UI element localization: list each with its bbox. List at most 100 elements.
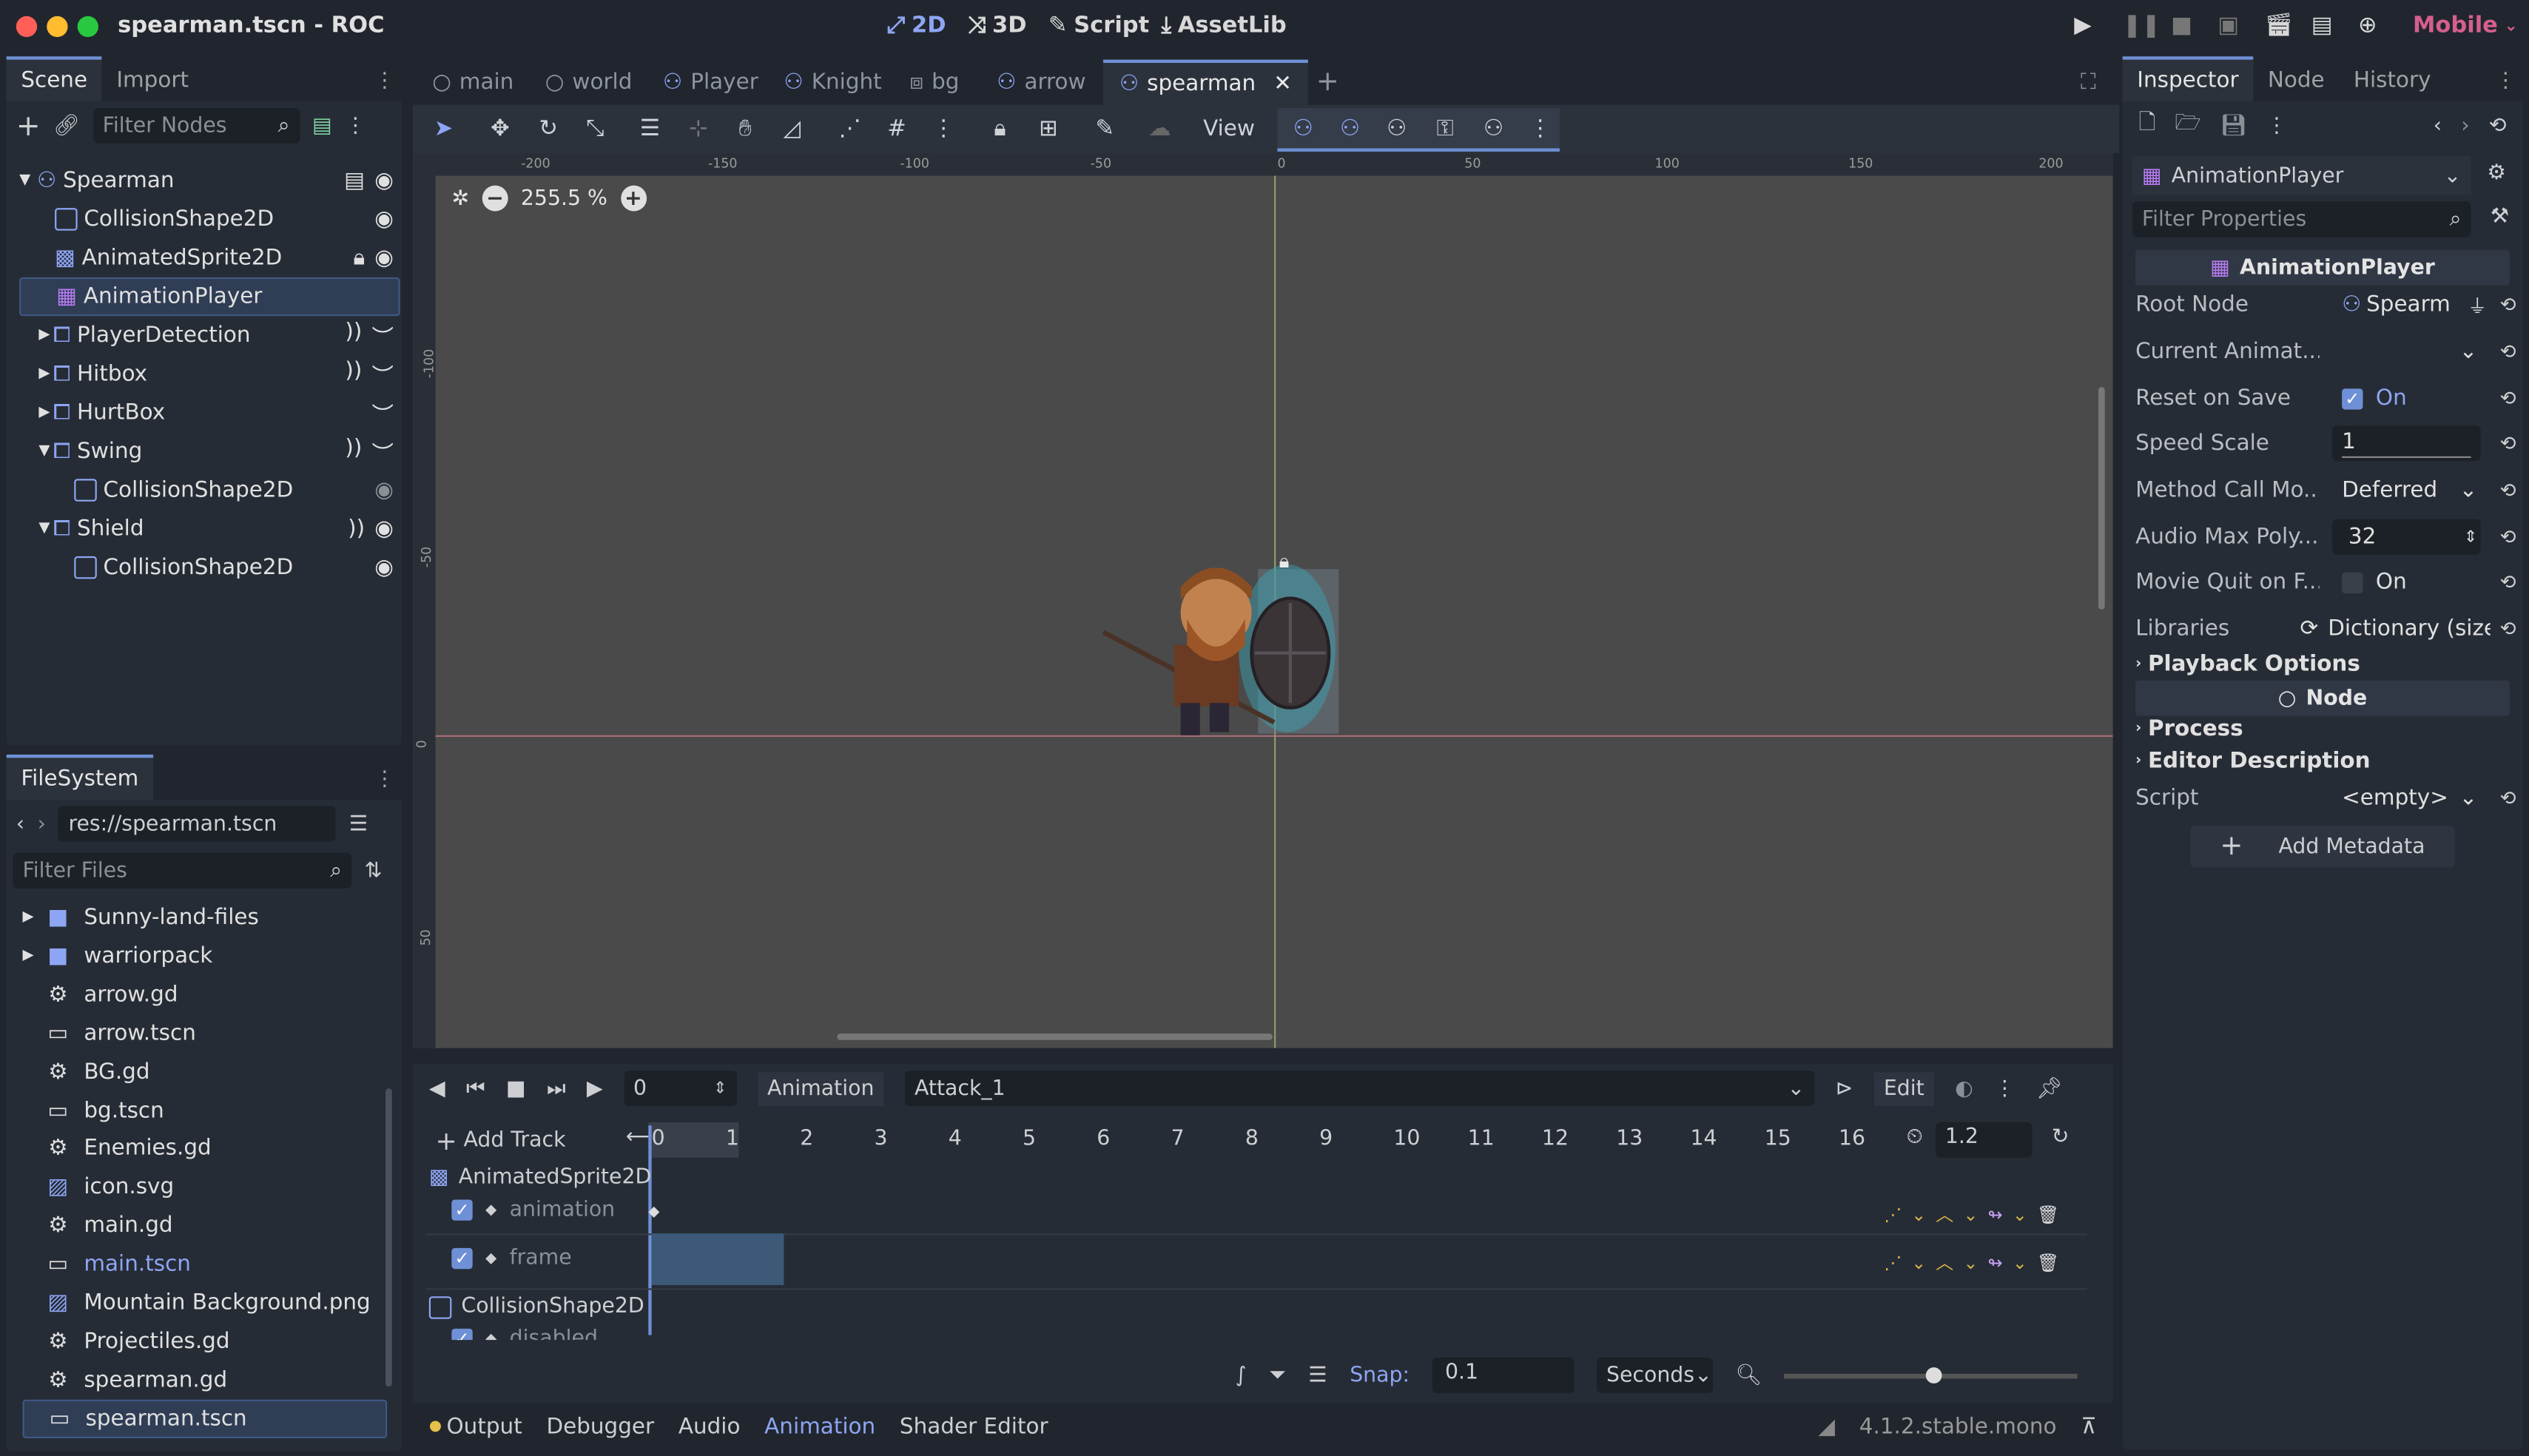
visibility-eye-icon[interactable]: ◉ xyxy=(374,245,394,271)
tree-node-spearman[interactable]: ▼ ⚇ Spearman ▤ ◉ xyxy=(19,161,400,200)
tab-bg[interactable]: ⧈ bg xyxy=(909,60,959,105)
tree-node-hurtbox[interactable]: ▶ ⧠ HurtBox ︶ xyxy=(19,394,400,432)
tab-history[interactable]: History xyxy=(2339,60,2445,102)
update-mode-icon[interactable]: ⋰ xyxy=(1884,1252,1902,1273)
list-select-icon[interactable]: ☰ xyxy=(636,115,664,144)
vertical-scrollbar[interactable] xyxy=(2098,387,2105,610)
tree-node-playerdetection[interactable]: ▶ ⧠ PlayerDetection )) ︶ xyxy=(19,316,400,354)
play-scene-button[interactable]: 🎬︎ xyxy=(2265,13,2294,38)
movie-quit-checkbox[interactable]: On xyxy=(2332,564,2481,600)
tab-import[interactable]: Import xyxy=(102,60,203,102)
onion-skin-icon[interactable]: ◐ xyxy=(1955,1076,1973,1101)
spearman-sprite[interactable]: 🔒︎ xyxy=(1097,548,1355,749)
track-animation[interactable]: ✓ ◆ animation xyxy=(451,1198,615,1222)
snap-unit-select[interactable]: Seconds ⌄ xyxy=(1596,1358,1713,1394)
track-group-collisionshape2d[interactable]: CollisionShape2D xyxy=(428,1295,644,1319)
dock-menu-icon[interactable]: ⋮ xyxy=(368,759,402,799)
chevron-down-icon[interactable]: ⌄ xyxy=(1911,1252,1926,1273)
new-resource-icon[interactable]: 🗋︎ xyxy=(2138,108,2155,144)
pan-tool-icon[interactable]: ✋︎ xyxy=(730,115,759,144)
play-custom-scene-button[interactable]: ▤ xyxy=(2311,13,2333,38)
file-item[interactable]: ▶ ■ Sunny-land-files xyxy=(23,898,388,937)
object-properties-icon[interactable]: ⚙ xyxy=(2487,161,2505,186)
tree-node-shield[interactable]: ▼ ⧠ Shield )) ◉ xyxy=(19,510,400,548)
tab-arrow[interactable]: ⚇ arrow xyxy=(997,60,1085,105)
renderer-select[interactable]: Mobile ⌄ xyxy=(2413,13,2518,38)
close-window-button[interactable] xyxy=(16,16,38,38)
interpolation-icon[interactable]: ︿ xyxy=(1936,1201,1953,1227)
new-tab-button[interactable]: + xyxy=(1316,60,1339,105)
tree-node-swing[interactable]: ▼ ⧠ Swing )) ︶ xyxy=(19,432,400,471)
sort-icon[interactable]: ⇅ xyxy=(365,859,383,883)
track-group-animatedsprite2d[interactable]: ▩ AnimatedSprite2D xyxy=(429,1166,652,1190)
tab-filesystem[interactable]: FileSystem xyxy=(6,754,153,800)
tab-knight[interactable]: ⚇ Knight xyxy=(784,60,881,105)
tab-node[interactable]: Node xyxy=(2253,60,2339,102)
filter-files-input[interactable]: Filter Files ⌕ xyxy=(13,852,352,889)
delete-track-icon[interactable]: 🗑︎ xyxy=(2037,1252,2059,1273)
zoom-out-button[interactable]: − xyxy=(482,185,508,212)
hidden-eye-icon[interactable]: ︶ xyxy=(371,397,393,429)
add-metadata-button[interactable]: + Add Metadata xyxy=(2190,825,2455,868)
visibility-eye-icon[interactable]: ◉ xyxy=(374,206,394,232)
mode-2d-button[interactable]: ⤢ 2D xyxy=(887,13,946,38)
path-input[interactable]: res://spearman.tscn xyxy=(58,806,337,842)
root-node-value[interactable]: ⚇ Spearm xyxy=(2332,287,2481,323)
script-icon[interactable]: ▤ xyxy=(344,168,365,194)
current-animation-select[interactable]: ⌄ xyxy=(2332,334,2481,369)
hidden-eye-icon[interactable]: ︶ xyxy=(371,320,393,351)
forward-arrow-icon[interactable]: › xyxy=(2461,114,2469,138)
play-backwards-icon[interactable]: ◀ xyxy=(429,1076,445,1101)
canvas-viewport[interactable]: -200 -150 -100 -50 0 50 100 150 200 -100… xyxy=(413,153,2113,1048)
back-arrow-icon[interactable]: ‹ xyxy=(2434,114,2442,138)
chevron-down-icon[interactable]: ⌄ xyxy=(2013,1204,2027,1224)
signal-icon[interactable]: )) xyxy=(345,320,362,352)
update-mode-icon[interactable]: ⋰ xyxy=(1884,1204,1902,1224)
track-enabled-checkbox[interactable]: ✓ xyxy=(451,1247,473,1270)
revert-icon[interactable]: ⟲ xyxy=(2500,525,2516,548)
expand-arrow-icon[interactable]: ▶ xyxy=(38,327,50,343)
play-backwards-from-end-icon[interactable]: ⏮ xyxy=(466,1076,485,1101)
maximize-window-button[interactable] xyxy=(77,16,98,38)
expand-arrow-icon[interactable]: ▶ xyxy=(38,366,50,382)
add-node-icon[interactable]: + xyxy=(16,109,41,143)
center-view-icon[interactable]: ✲ xyxy=(451,186,469,211)
auto-key-icon[interactable]: ⚇ xyxy=(1479,115,1508,144)
file-item[interactable]: ⚙ BG.gd xyxy=(23,1052,388,1091)
dock-menu-icon[interactable]: ⋮ xyxy=(2489,61,2523,101)
timeline-zoom-slider[interactable] xyxy=(1784,1366,2078,1383)
tab-scene[interactable]: Scene xyxy=(6,56,102,102)
assetlib-button[interactable]: ⤓ AssetLib xyxy=(1161,13,1286,38)
key-scale-icon[interactable]: ⚇ xyxy=(1382,115,1411,144)
track-frame[interactable]: ✓ ◆ frame xyxy=(451,1247,572,1270)
revert-icon[interactable]: ⟲ xyxy=(2500,571,2516,594)
more-icon[interactable]: ⋮ xyxy=(345,114,366,138)
smart-snap-icon[interactable]: ⋰ xyxy=(835,115,864,144)
delete-track-icon[interactable]: 🗑︎ xyxy=(2037,1204,2059,1224)
forward-arrow-icon[interactable]: › xyxy=(38,812,46,836)
tree-node-animationplayer[interactable]: ▦ AnimationPlayer xyxy=(19,277,400,317)
history-icon[interactable]: ⟲ xyxy=(2489,114,2507,138)
filter-nodes-input[interactable]: Filter Nodes ⌕ xyxy=(92,108,300,144)
play-button[interactable]: ▶ xyxy=(2074,13,2092,38)
reset-on-save-checkbox[interactable]: ✓ On xyxy=(2332,380,2481,416)
insert-key-icon[interactable]: ⚿ xyxy=(1431,115,1460,144)
save-icon[interactable]: 💾︎ xyxy=(2220,114,2247,138)
revert-icon[interactable]: ⟲ xyxy=(2500,787,2516,810)
method-call-mode-select[interactable]: Deferred ⌄ xyxy=(2332,473,2481,508)
section-process[interactable]: › Process xyxy=(2135,712,2516,745)
more-icon[interactable]: ⋮ xyxy=(2266,114,2287,138)
audio-max-polyphony-input[interactable]: 32 ⇕ xyxy=(2332,519,2481,555)
rotate-tool-icon[interactable]: ↻ xyxy=(534,115,563,144)
file-item[interactable]: ⚙ main.gd xyxy=(23,1207,388,1245)
link-icon[interactable]: 🔗︎ xyxy=(53,114,80,138)
play-from-start-icon[interactable]: ⏭ xyxy=(547,1076,566,1101)
snap-value-input[interactable]: 0.1 xyxy=(1432,1358,1575,1394)
script-button[interactable]: ✎ Script xyxy=(1048,13,1149,38)
key-rotation-icon[interactable]: ⚇ xyxy=(1336,115,1364,144)
animation-select[interactable]: Attack_1 ⌄ xyxy=(904,1071,1815,1107)
script-select[interactable]: <empty> ⌄ xyxy=(2332,781,2481,816)
visibility-eye-icon[interactable]: ◉ xyxy=(374,555,394,581)
file-item[interactable]: ▭ main.tscn xyxy=(23,1245,388,1284)
lock-icon[interactable]: 🔒︎ xyxy=(986,115,1014,144)
